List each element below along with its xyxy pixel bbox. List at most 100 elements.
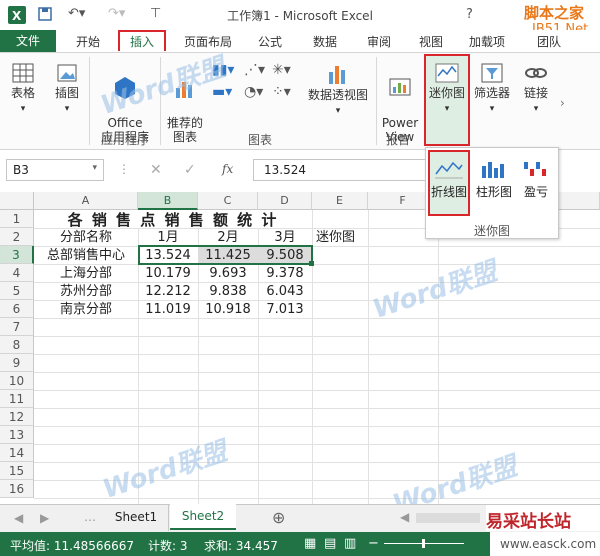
row-header-15[interactable]: 15: [0, 462, 34, 480]
line-sparkline-icon: [435, 161, 463, 179]
row-header-12[interactable]: 12: [0, 408, 34, 426]
ribbon-more-icon[interactable]: ›: [560, 96, 565, 110]
links-button[interactable]: 链接 ▾: [518, 62, 554, 116]
tables-button[interactable]: 表格 ▾: [6, 62, 40, 116]
line-sparkline-button[interactable]: 折线图: [428, 150, 470, 216]
h-scrollbar-thumb[interactable]: [416, 513, 480, 523]
select-all-corner[interactable]: [0, 192, 34, 210]
zoom-out-icon[interactable]: −: [368, 536, 379, 551]
column-header-a[interactable]: A: [34, 192, 138, 210]
tab-addins[interactable]: 加载项: [469, 33, 505, 50]
more-sheets-icon[interactable]: …: [84, 510, 96, 524]
cell-d3[interactable]: 9.508: [258, 247, 312, 265]
tab-data[interactable]: 数据: [313, 33, 337, 50]
pie-chart-icon[interactable]: ◔▾: [244, 84, 263, 100]
tab-home[interactable]: 开始: [76, 33, 100, 50]
row-header-9[interactable]: 9: [0, 354, 34, 372]
cell-c5[interactable]: 9.838: [198, 283, 258, 301]
normal-view-icon[interactable]: ▦: [304, 536, 316, 551]
cell-c6[interactable]: 10.918: [198, 301, 258, 319]
column-header-c[interactable]: C: [198, 192, 258, 210]
group-label-reports: 报告: [386, 133, 411, 147]
cell-a4[interactable]: 上海分部: [34, 265, 138, 283]
sparklines-button[interactable]: 迷你图 ▾: [424, 54, 470, 146]
scroll-left-icon[interactable]: ◀: [14, 511, 23, 525]
cell-c4[interactable]: 9.693: [198, 265, 258, 283]
radar-chart-icon[interactable]: ✳▾: [272, 62, 291, 78]
scroll-right-icon[interactable]: ▶: [40, 511, 49, 525]
name-box[interactable]: B3 ▾: [6, 159, 104, 181]
row-header-10[interactable]: 10: [0, 372, 34, 390]
table-icon: [12, 63, 34, 83]
ribbon-tabs: 文件 开始 插入 页面布局 公式 数据 审阅 视图 加载项 团队: [0, 30, 600, 53]
tab-file[interactable]: 文件: [0, 30, 56, 52]
row-header-16[interactable]: 16: [0, 480, 34, 498]
scatter-chart-icon[interactable]: ⁘▾: [272, 84, 291, 100]
row-header-13[interactable]: 13: [0, 426, 34, 444]
row-header-6[interactable]: 6: [0, 300, 34, 318]
cell-d2[interactable]: 3月: [258, 229, 312, 247]
cell-c3[interactable]: 11.425: [198, 247, 258, 265]
zoom-slider-thumb[interactable]: [422, 539, 425, 548]
column-header-e[interactable]: E: [312, 192, 368, 210]
tab-insert[interactable]: 插入: [118, 30, 166, 51]
cell-a6[interactable]: 南京分部: [34, 301, 138, 319]
cell-e2[interactable]: 迷你图: [316, 229, 368, 247]
column-sparkline-button[interactable]: 柱形图: [474, 152, 514, 214]
tab-review[interactable]: 审阅: [367, 33, 391, 50]
formula-input[interactable]: 13.524: [253, 159, 433, 181]
power-view-icon: [389, 78, 411, 96]
tab-team[interactable]: 团队: [537, 33, 561, 50]
cell-b5[interactable]: 12.212: [138, 283, 198, 301]
page-layout-view-icon[interactable]: ▤: [324, 536, 336, 551]
pivot-chart-button[interactable]: 数据透视图 ▾: [306, 62, 370, 118]
tab-formulas[interactable]: 公式: [258, 33, 282, 50]
help-button[interactable]: ?: [466, 7, 473, 22]
sparkline-icon: [435, 63, 459, 83]
formula-options-icon: ⋮: [118, 162, 130, 176]
column-header-d[interactable]: D: [258, 192, 312, 210]
row-header-14[interactable]: 14: [0, 444, 34, 462]
tab-view[interactable]: 视图: [419, 33, 443, 50]
add-sheet-icon[interactable]: ⊕: [272, 508, 285, 527]
cell-a3[interactable]: 总部销售中心: [34, 247, 138, 265]
sheet-tab-sheet2[interactable]: Sheet2: [170, 504, 236, 530]
status-bar: 平均值: 11.48566667 计数: 3 求和: 34.457 ▦ ▤ ▥ …: [0, 532, 600, 556]
illustrations-button[interactable]: 插图 ▾: [52, 62, 82, 116]
cell-d6[interactable]: 7.013: [258, 301, 312, 319]
enter-icon[interactable]: ✓: [184, 162, 196, 178]
insert-function-icon[interactable]: fx: [222, 162, 233, 176]
cell-c2[interactable]: 2月: [198, 229, 258, 247]
h-scroll-left-icon[interactable]: ◀: [400, 510, 409, 524]
sheet-title-cell[interactable]: 各 销 售 点 销 售 额 统 计: [34, 211, 312, 229]
cell-b4[interactable]: 10.179: [138, 265, 198, 283]
column-header-b[interactable]: B: [138, 192, 198, 210]
cell-a2[interactable]: 分部名称: [34, 229, 138, 247]
page-break-view-icon[interactable]: ▥: [344, 536, 356, 551]
row-header-4[interactable]: 4: [0, 264, 34, 282]
tab-page-layout[interactable]: 页面布局: [184, 33, 232, 50]
sheet-tab-sheet1[interactable]: Sheet1: [104, 505, 169, 531]
row-header-11[interactable]: 11: [0, 390, 34, 408]
row-header-8[interactable]: 8: [0, 336, 34, 354]
title-bar: X ↶▾ ↷▾ ⊤ 工作簿1 - Microsoft Excel ? 脚本之家 …: [0, 0, 600, 52]
cell-d5[interactable]: 6.043: [258, 283, 312, 301]
status-count: 计数: 3: [148, 539, 188, 553]
cell-a5[interactable]: 苏州分部: [34, 283, 138, 301]
sparklines-dropdown: 折线图 柱形图 盈亏 迷你图: [425, 147, 559, 239]
row-header-1[interactable]: 1: [0, 210, 34, 228]
cell-b2[interactable]: 1月: [138, 229, 198, 247]
cell-d4[interactable]: 9.378: [258, 265, 312, 283]
winloss-sparkline-button[interactable]: 盈亏: [516, 152, 556, 214]
row-header-5[interactable]: 5: [0, 282, 34, 300]
filters-button[interactable]: 筛选器 ▾: [472, 62, 512, 116]
row-header-7[interactable]: 7: [0, 318, 34, 336]
row-header-3[interactable]: 3: [0, 246, 34, 264]
cancel-icon[interactable]: ✕: [150, 162, 162, 178]
line-chart-icon[interactable]: ⋰▾: [244, 62, 265, 78]
row-header-2[interactable]: 2: [0, 228, 34, 246]
chevron-down-icon[interactable]: ▾: [92, 163, 97, 173]
cell-b3[interactable]: 13.524: [138, 247, 198, 265]
cell-b6[interactable]: 11.019: [138, 301, 198, 319]
site-logo-bottom: 易采站长站: [486, 505, 600, 532]
